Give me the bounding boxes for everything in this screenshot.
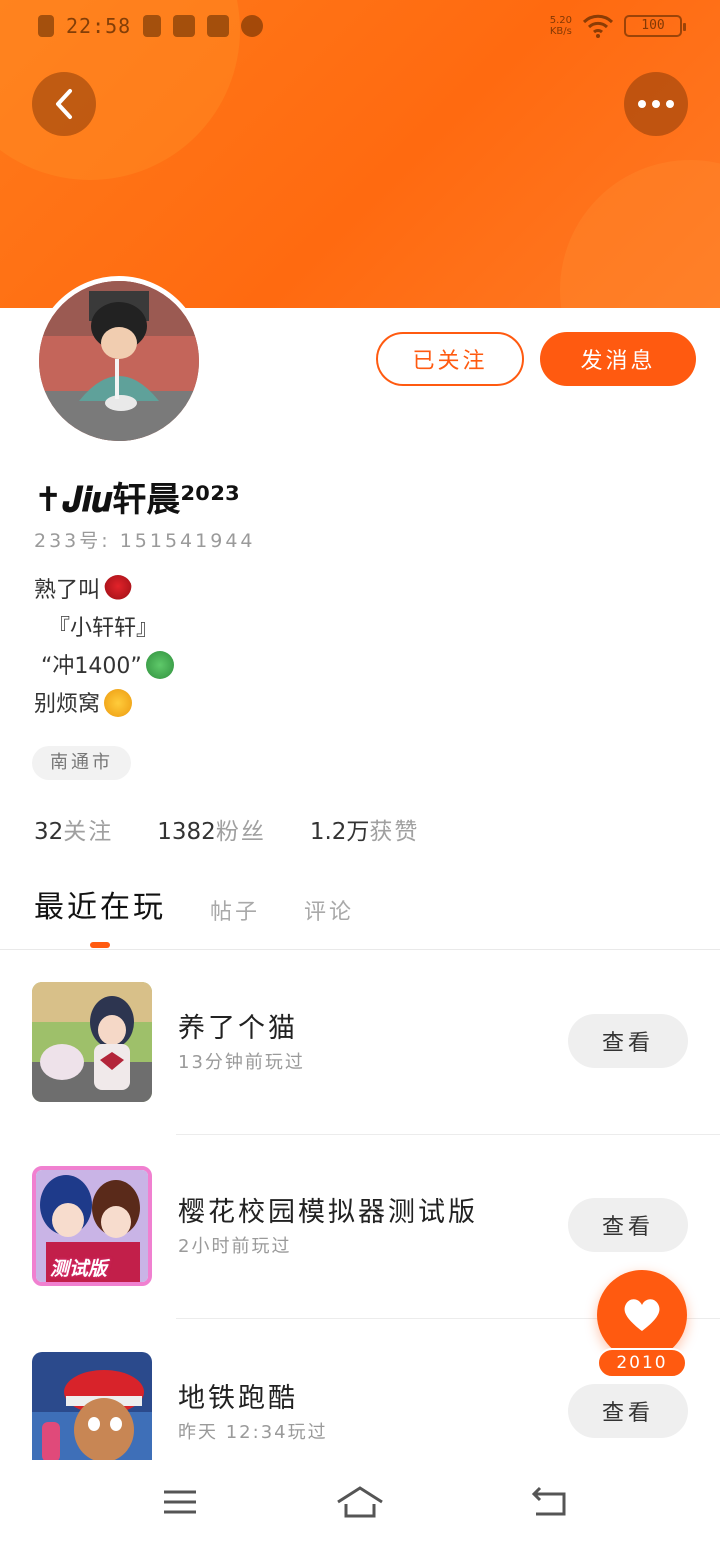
stat-number: 1382 bbox=[157, 819, 216, 845]
profile-tabs: 最近在玩 帖子 评论 bbox=[34, 882, 354, 926]
user-id: 233号: 151541944 bbox=[34, 530, 256, 552]
view-button[interactable]: 查看 bbox=[568, 1384, 688, 1438]
game-icon: 测试版 bbox=[32, 1166, 152, 1286]
game-last-played: 2小时前玩过 bbox=[178, 1236, 292, 1257]
list-item[interactable]: 测试版 樱花校园模拟器测试版 2小时前玩过 查看 bbox=[0, 1166, 720, 1286]
stat-label: 粉丝 bbox=[215, 819, 266, 845]
net-speed-value: 5.20 bbox=[549, 15, 572, 26]
avatar[interactable] bbox=[34, 276, 204, 446]
like-count-badge: 2010 bbox=[597, 1348, 687, 1378]
bio-line: 别烦窝 bbox=[34, 692, 101, 717]
game-last-played: 13分钟前玩过 bbox=[178, 1052, 305, 1073]
tab-posts[interactable]: 帖子 bbox=[210, 894, 260, 926]
network-speed: 5.20 KB/s bbox=[550, 15, 572, 37]
back-button[interactable] bbox=[32, 72, 96, 136]
home-icon[interactable] bbox=[336, 1482, 384, 1522]
alipay-icon bbox=[207, 15, 230, 37]
stats-row: 32关注 1382粉丝 1.2万获赞 bbox=[34, 812, 419, 846]
send-message-button[interactable]: 发消息 bbox=[540, 332, 696, 386]
beta-badge: 测试版 bbox=[50, 1258, 108, 1280]
stat-number: 1.2万 bbox=[309, 819, 370, 845]
list-item[interactable]: 养了个猫 13分钟前玩过 查看 bbox=[0, 982, 720, 1102]
system-navigation-bar bbox=[0, 1460, 720, 1544]
active-tab-indicator bbox=[90, 942, 110, 948]
divider bbox=[0, 949, 720, 950]
stat-likes[interactable]: 1.2万获赞 bbox=[310, 812, 420, 846]
game-icon bbox=[32, 982, 152, 1102]
profile-header-banner: 22:58 5.20 KB/s 100 bbox=[0, 0, 720, 308]
storage-icon bbox=[173, 15, 196, 37]
status-bar: 22:58 5.20 KB/s 100 bbox=[0, 0, 720, 56]
stat-following[interactable]: 32关注 bbox=[34, 812, 113, 846]
clipboard-check-icon bbox=[143, 15, 162, 37]
game-name: 养了个猫 bbox=[178, 1013, 298, 1044]
frog-emoji-icon bbox=[145, 651, 174, 679]
stat-label: 关注 bbox=[63, 819, 114, 845]
bio: 熟了叫 『小轩轩』 “冲1400” 别烦窝 bbox=[34, 572, 174, 724]
banner-decoration bbox=[560, 160, 720, 308]
flame-icon bbox=[241, 15, 264, 37]
view-button[interactable]: 查看 bbox=[568, 1014, 688, 1068]
net-speed-unit: KB/s bbox=[549, 26, 572, 37]
wifi-icon bbox=[582, 14, 614, 38]
game-icon bbox=[32, 1352, 152, 1460]
bio-line: 熟了叫 bbox=[34, 578, 101, 603]
stat-number: 32 bbox=[34, 819, 64, 845]
divider bbox=[176, 1134, 720, 1135]
bio-line: “冲1400” bbox=[34, 654, 142, 679]
battery-indicator: 100 bbox=[624, 15, 686, 37]
more-options-button[interactable] bbox=[624, 72, 688, 136]
back-arrow-icon[interactable] bbox=[528, 1482, 568, 1522]
ok-hand-emoji-icon bbox=[104, 689, 133, 717]
username: ✝𝑱𝒊𝒖轩晨²⁰²³ bbox=[34, 480, 240, 520]
rose-emoji-icon bbox=[104, 575, 133, 603]
sim-off-icon bbox=[38, 15, 54, 37]
game-last-played: 昨天 12:34玩过 bbox=[178, 1422, 328, 1443]
tab-recently-played[interactable]: 最近在玩 bbox=[34, 882, 166, 926]
more-dots-icon bbox=[638, 100, 674, 108]
heart-icon bbox=[624, 1299, 660, 1331]
tab-comments[interactable]: 评论 bbox=[304, 894, 354, 926]
stat-followers[interactable]: 1382粉丝 bbox=[157, 812, 266, 846]
game-name: 地铁跑酷 bbox=[178, 1383, 298, 1414]
like-button[interactable] bbox=[597, 1270, 687, 1360]
following-button[interactable]: 已关注 bbox=[376, 332, 524, 386]
game-name: 樱花校园模拟器测试版 bbox=[178, 1197, 478, 1228]
stat-label: 获赞 bbox=[369, 819, 420, 845]
view-button[interactable]: 查看 bbox=[568, 1198, 688, 1252]
status-time: 22:58 bbox=[66, 14, 132, 38]
location-tag: 南通市 bbox=[32, 746, 131, 780]
menu-icon[interactable] bbox=[162, 1482, 198, 1522]
bio-line: 『小轩轩』 bbox=[34, 616, 158, 641]
chevron-left-icon bbox=[56, 89, 72, 119]
avatar-image bbox=[39, 281, 199, 441]
